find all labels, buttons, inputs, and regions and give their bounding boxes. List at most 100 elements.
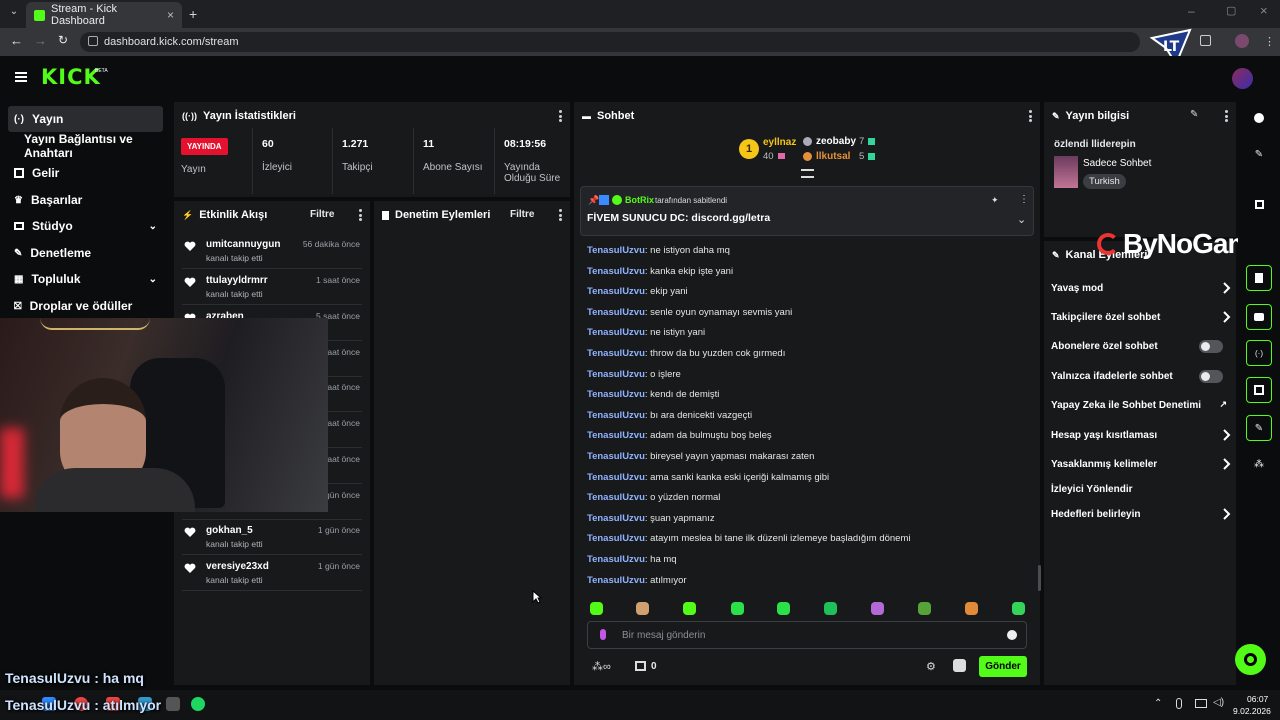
channel-option[interactable]: Hesap yaşı kısıtlaması (1051, 427, 1231, 443)
chat-input[interactable]: Bir mesaj gönderin (587, 621, 1027, 649)
emote-person-icon[interactable] (636, 602, 649, 615)
pinned-menu-icon[interactable]: ⋮ (1019, 194, 1029, 205)
chat-message[interactable]: TenasulUzvu: throw da bu yuzden cok gırm… (587, 348, 785, 359)
chat-username[interactable]: TenasulUzvu (587, 327, 645, 338)
chat-username[interactable]: TenasulUzvu (587, 533, 645, 544)
chat-message[interactable]: TenasulUzvu: atayım meslea bi tane ilk d… (587, 533, 911, 544)
nav-item-yayin[interactable]: (·) Yayın (8, 106, 163, 132)
chat-message[interactable]: TenasulUzvu: kendı de demişti (587, 389, 719, 400)
chat-message[interactable]: TenasulUzvu: ekip yani (587, 286, 688, 297)
profile-avatar-icon[interactable] (1235, 34, 1249, 48)
activity-row[interactable]: gokhan_5 kanalı takip etti 1 gün önce (182, 521, 362, 555)
emote-pepe-icon[interactable] (918, 602, 931, 615)
taskbar-app-icon[interactable] (166, 697, 180, 711)
chat-username[interactable]: TenasulUzvu (587, 513, 645, 524)
close-tab-icon[interactable]: × (167, 8, 174, 22)
chat-message[interactable]: TenasulUzvu: o yüzden normal (587, 492, 720, 503)
emote-chat-icon[interactable] (1012, 602, 1025, 615)
chat-message[interactable]: TenasulUzvu: kanka ekip işte yani (587, 266, 733, 277)
tray-chevron-icon[interactable]: ⌃ (1154, 698, 1162, 709)
chat-scrollbar[interactable] (1038, 565, 1041, 591)
emote-frog-icon[interactable] (683, 602, 696, 615)
chat-username[interactable]: TenasulUzvu (587, 472, 645, 483)
chat-message[interactable]: TenasulUzvu: ama sanki kanka eski içeriğ… (587, 472, 829, 483)
edit-icon[interactable]: ✎ (1190, 109, 1198, 120)
broadcast-rail-button[interactable]: (·) (1246, 340, 1272, 366)
chat-username[interactable]: TenasulUzvu (587, 369, 645, 380)
community-infinity-icon[interactable]: ⁂∞ (592, 660, 611, 673)
microphone-icon[interactable] (600, 629, 606, 640)
pinned-message-card[interactable]: 📌 BotRix tarafından sabitlendi FİVEM SUN… (580, 186, 1034, 236)
nav-item-basarilar[interactable]: ♛ Başarılar (8, 187, 163, 213)
network-tray-icon[interactable] (1195, 699, 1207, 708)
stats-menu-icon[interactable] (559, 110, 562, 122)
chat-username[interactable]: TenasulUzvu (587, 575, 645, 586)
maximize-window-icon[interactable]: ▢ (1226, 4, 1236, 17)
chat-message[interactable]: TenasulUzvu: şuan yapmanız (587, 513, 715, 524)
community-rail-button[interactable]: ⁂ (1246, 451, 1272, 477)
notes-rail-button[interactable] (1246, 265, 1272, 291)
activity-row[interactable]: umitcannuygun kanalı takip etti 56 dakika … (182, 235, 362, 269)
channel-option[interactable]: İzleyici Yönlendir (1051, 481, 1231, 497)
emote-card-icon[interactable] (824, 602, 837, 615)
chat-message[interactable]: TenasulUzvu: bireysel yayın yapması maka… (587, 451, 814, 462)
chat-username[interactable]: TenasulUzvu (587, 492, 645, 503)
store-icon[interactable] (635, 661, 646, 671)
activity-user[interactable]: veresiye23xd (206, 561, 269, 572)
chat-message[interactable]: TenasulUzvu: senle oyun oynamayı sevmis … (587, 307, 792, 318)
chat-username[interactable]: TenasulUzvu (587, 348, 645, 359)
chat-message[interactable]: TenasulUzvu: ha mq (587, 554, 677, 565)
chat-username[interactable]: TenasulUzvu (587, 389, 645, 400)
chat-username[interactable]: TenasulUzvu (587, 430, 645, 441)
close-window-icon[interactable]: × (1260, 3, 1268, 18)
chevron-down-icon[interactable]: ⌄ (149, 274, 157, 285)
unpin-icon[interactable]: ✦ (991, 195, 999, 206)
minimize-window-icon[interactable]: – (1188, 4, 1195, 18)
info-menu-icon[interactable] (1225, 110, 1228, 122)
edit-rail-button[interactable]: ✎ (1246, 141, 1272, 167)
tab-list-icon[interactable]: ⌄ (6, 6, 22, 22)
kick-logo[interactable]: KICK (41, 65, 101, 89)
emote-frog-icon[interactable] (590, 602, 603, 615)
activity-filter-button[interactable]: Filtre (310, 209, 334, 220)
moderation-filter-button[interactable]: Filtre (510, 209, 534, 220)
site-info-icon[interactable] (88, 36, 98, 46)
nav-item-gelir[interactable]: Gelir (8, 160, 163, 186)
channel-option[interactable]: Yasaklanmış kelimeler (1051, 456, 1231, 472)
nav-item-studyo[interactable]: Stüdyo ⌄ (8, 213, 163, 239)
send-button[interactable]: Gönder (979, 656, 1027, 677)
channel-option[interactable]: Yalnızca ifadelerle sohbet (1051, 368, 1231, 384)
expand-leaderboard-icon[interactable] (801, 169, 814, 178)
channel-option[interactable]: Hedefleri belirleyin (1051, 506, 1231, 522)
nav-item-topluluk[interactable]: ▦ Topluluk ⌄ (8, 266, 163, 292)
channel-option[interactable]: Yapay Zeka ile Sohbet Denetimi ↗ (1051, 397, 1231, 413)
chat-username[interactable]: TenasulUzvu (587, 410, 645, 421)
channel-option[interactable]: Takipçilere özel sohbet (1051, 309, 1231, 325)
toggle-switch[interactable] (1199, 340, 1223, 353)
activity-row[interactable]: ttulayyldrmrr kanalı takip etti 1 saat önc… (182, 271, 362, 305)
chat-username[interactable]: TenasulUzvu (587, 554, 645, 565)
activity-user[interactable]: umitcannuygun (206, 239, 280, 250)
activity-menu-icon[interactable] (359, 209, 362, 221)
chat-message[interactable]: TenasulUzvu: atılmıyor (587, 575, 687, 586)
chat-menu-icon[interactable] (1029, 110, 1032, 122)
volume-tray-icon[interactable]: ◁) (1213, 697, 1224, 708)
chat-username[interactable]: TenasulUzvu (587, 266, 645, 277)
chat-username[interactable]: TenasulUzvu (587, 286, 645, 297)
hamburger-menu-icon[interactable] (15, 72, 27, 82)
browser-menu-icon[interactable]: ⋮ (1264, 35, 1275, 48)
chat-message[interactable]: TenasulUzvu: o işlere (587, 369, 681, 380)
puzzle-icon[interactable] (953, 659, 966, 672)
clock-time[interactable]: 06:07 (1247, 694, 1268, 704)
address-bar[interactable]: dashboard.kick.com/stream (80, 32, 1140, 52)
chat-username[interactable]: TenasulUzvu (587, 245, 645, 256)
emote-ghost-icon[interactable] (731, 602, 744, 615)
browser-tab[interactable]: Stream - Kick Dashboard × (26, 2, 182, 28)
category-name[interactable]: Sadece Sohbet (1083, 158, 1151, 169)
focus-rail-button[interactable] (1246, 191, 1272, 217)
layout-rail-button[interactable] (1246, 377, 1272, 403)
chevron-down-icon[interactable]: ⌄ (149, 221, 157, 232)
info-rail-button[interactable] (1246, 105, 1272, 131)
channel-option[interactable]: Yavaş mod (1051, 280, 1231, 296)
emote-person-icon[interactable] (965, 602, 978, 615)
